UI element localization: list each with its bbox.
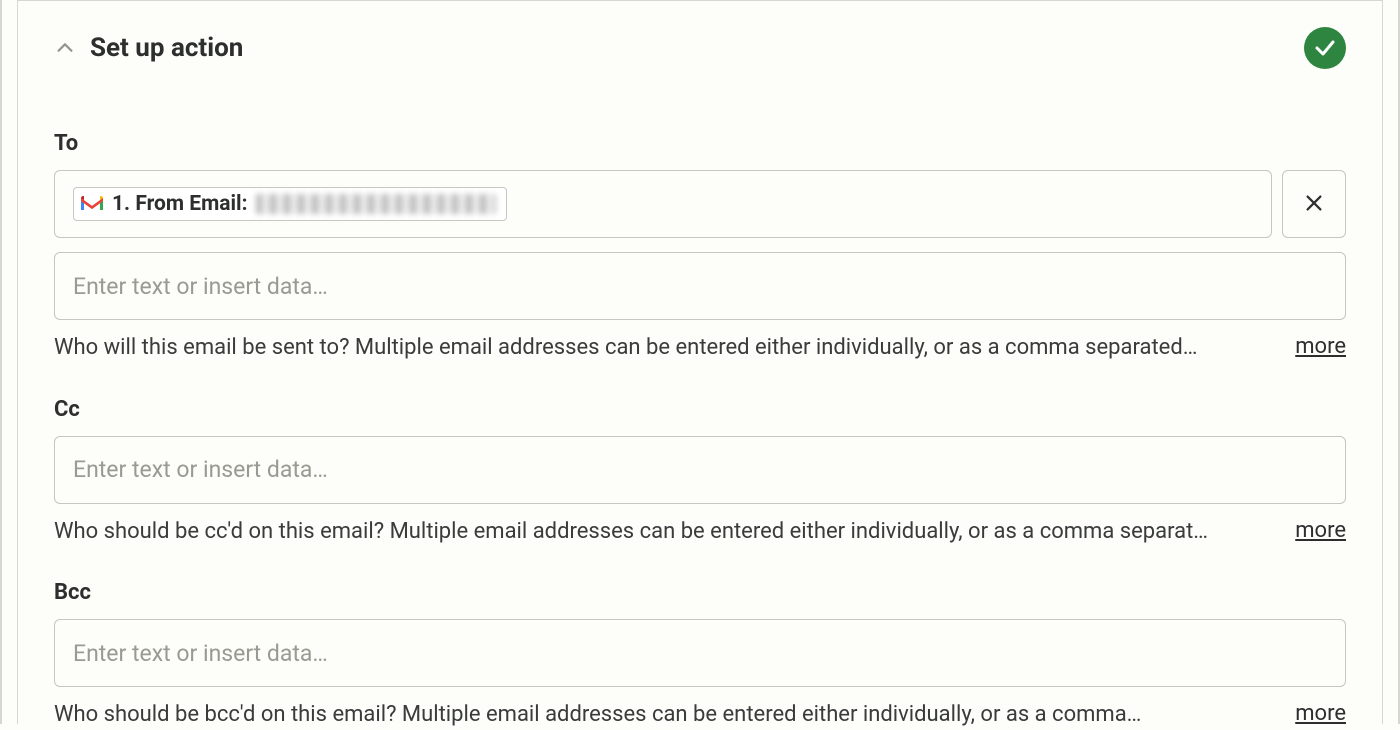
to-field-block: To	[54, 131, 1346, 363]
bcc-field-block: Bcc Enter text or insert data… Who shoul…	[54, 580, 1346, 730]
action-setup-panel: Set up action To	[17, 0, 1383, 724]
pill-source-value-redacted	[256, 194, 496, 214]
clear-to-button[interactable]	[1282, 170, 1346, 238]
status-check-icon	[1304, 27, 1346, 69]
bcc-placeholder: Enter text or insert data…	[73, 640, 328, 667]
cc-input[interactable]: Enter text or insert data…	[54, 436, 1346, 504]
close-icon	[1303, 192, 1325, 217]
to-label: To	[54, 131, 1346, 156]
bcc-help-text: Who should be bcc'd on this email? Multi…	[54, 701, 1267, 730]
bcc-input[interactable]: Enter text or insert data…	[54, 619, 1346, 687]
cc-label: Cc	[54, 397, 1346, 422]
cc-more-link[interactable]: more	[1295, 518, 1346, 543]
cc-help-text: Who should be cc'd on this email? Multip…	[54, 518, 1267, 547]
gmail-icon	[80, 195, 104, 213]
cc-placeholder: Enter text or insert data…	[73, 456, 328, 483]
to-more-link[interactable]: more	[1295, 334, 1346, 359]
section-title: Set up action	[90, 33, 243, 63]
mapped-value-pill[interactable]: 1. From Email:	[73, 187, 507, 221]
to-add-input[interactable]: Enter text or insert data…	[54, 252, 1346, 320]
bcc-label: Bcc	[54, 580, 1346, 605]
to-input[interactable]: 1. From Email:	[54, 170, 1272, 238]
cc-field-block: Cc Enter text or insert data… Who should…	[54, 397, 1346, 547]
to-help-text: Who will this email be sent to? Multiple…	[54, 334, 1267, 363]
section-header: Set up action	[54, 27, 1346, 69]
bcc-more-link[interactable]: more	[1295, 701, 1346, 726]
chevron-up-icon[interactable]	[54, 37, 76, 59]
pill-source-label: 1. From Email:	[112, 192, 248, 216]
to-add-placeholder: Enter text or insert data…	[73, 273, 328, 300]
